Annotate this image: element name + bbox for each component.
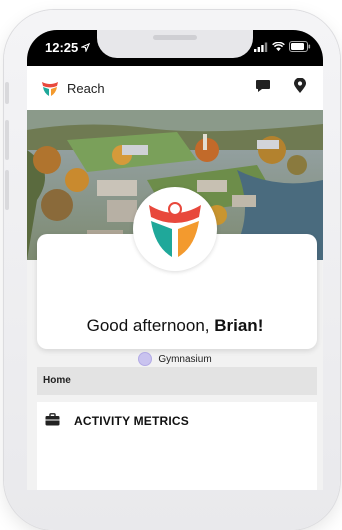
app-title: Reach (67, 81, 105, 96)
user-name: Brian! (214, 316, 264, 335)
greeting-prefix: Good afternoon, (86, 316, 210, 335)
greeting-text: Good afternoon, Brian! (27, 316, 323, 336)
app-screen: 12:25 Reach Good afternoon, Brian! Gymna… (27, 30, 323, 490)
location-dot-icon (138, 352, 153, 366)
location-arrow-icon (81, 43, 90, 52)
app-bar: Reach (27, 66, 323, 110)
side-button (5, 170, 9, 210)
reach-logo-large (149, 202, 201, 257)
battery-icon (289, 41, 311, 52)
side-button (5, 82, 9, 104)
briefcase-icon (45, 413, 60, 426)
section-header: Home (37, 367, 317, 395)
section-title: Home (43, 375, 71, 386)
map-pin-icon[interactable] (293, 78, 307, 94)
chat-icon[interactable] (255, 78, 271, 94)
status-time: 12:25 (45, 40, 79, 55)
activity-metrics-card[interactable]: ACTIVITY METRICS (37, 402, 317, 490)
signal-icon (254, 42, 268, 52)
reach-logo (42, 82, 58, 96)
current-location[interactable]: Gymnasium (27, 352, 323, 366)
speaker-grille (153, 35, 197, 40)
metrics-title: ACTIVITY METRICS (74, 414, 189, 428)
logo-badge (133, 187, 217, 271)
status-bar: 12:25 (27, 30, 323, 66)
side-button (5, 120, 9, 160)
wifi-icon (272, 41, 285, 51)
location-name: Gymnasium (158, 353, 212, 365)
phone-notch (97, 30, 253, 58)
